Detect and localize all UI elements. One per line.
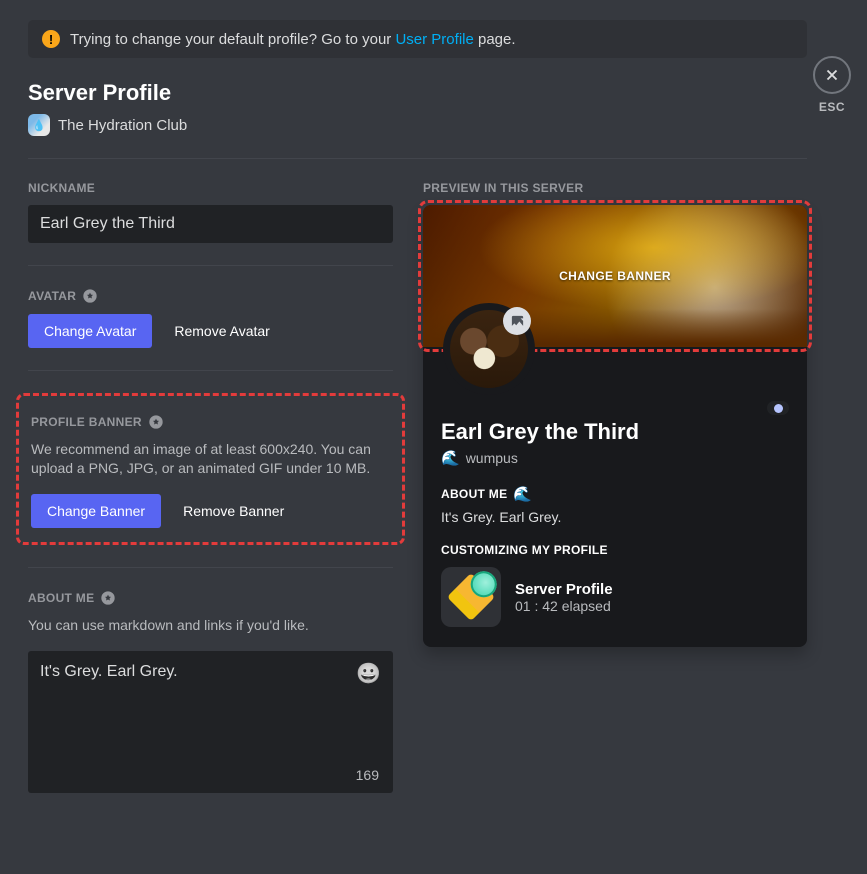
server-row: 💧 The Hydration Club [28,114,807,136]
emoji-picker-button[interactable]: 😀 [356,661,381,686]
divider [28,158,807,159]
activity-row: Server Profile 01 : 42 elapsed [441,567,789,627]
nickname-input[interactable] [28,205,393,243]
preview-about-text: It's Grey. Earl Grey. [441,509,789,525]
change-banner-button[interactable]: Change Banner [31,494,161,528]
profile-banner-label: PROFILE BANNER [31,414,390,430]
activity-title: Server Profile [515,581,613,598]
nickname-label: NICKNAME [28,181,393,195]
wave-icon: 🌊 [441,449,460,467]
change-avatar-button[interactable]: Change Avatar [28,314,152,348]
remove-avatar-button[interactable]: Remove Avatar [166,314,277,348]
about-me-label-text: ABOUT ME [28,591,94,605]
server-name: The Hydration Club [58,117,187,134]
about-me-label: ABOUT ME [28,590,393,606]
esc-label: ESC [819,100,845,114]
activity-elapsed: 01 : 42 elapsed [515,598,613,614]
info-text-before: Trying to change your default profile? G… [70,31,395,48]
preview-customizing-label: CUSTOMIZING MY PROFILE [441,543,789,557]
server-icon: 💧 [28,114,50,136]
char-count: 169 [356,767,379,783]
preview-label: PREVIEW IN THIS SERVER [423,181,807,195]
badge-row [441,401,789,415]
preview-display-name: Earl Grey the Third [441,419,789,445]
profile-banner-help: We recommend an image of at least 600x24… [31,440,390,478]
page-title: Server Profile [28,80,807,106]
info-banner: ! Trying to change your default profile?… [28,20,807,58]
info-text-after: page. [474,31,516,48]
about-me-help: You can use markdown and links if you'd … [28,616,393,635]
nitro-icon [148,414,164,430]
preview-about-label: ABOUT ME 🌊 [441,485,789,503]
profile-banner-label-text: PROFILE BANNER [31,415,142,429]
preview-username: wumpus [466,450,518,466]
image-upload-icon [510,314,525,329]
profile-banner-section-highlight: PROFILE BANNER We recommend an image of … [16,393,405,545]
divider [28,265,393,266]
change-banner-overlay[interactable]: CHANGE BANNER [559,269,671,283]
user-profile-link[interactable]: User Profile [395,31,473,48]
divider [28,567,393,568]
close-icon [823,66,841,84]
remove-banner-button[interactable]: Remove Banner [175,494,292,528]
preview-about-label-text: ABOUT ME [441,487,507,501]
esc-control: ESC [813,56,851,114]
about-me-field-wrap: 😀 169 [28,651,393,793]
nitro-icon [82,288,98,304]
nitro-badge [767,401,789,415]
info-text: Trying to change your default profile? G… [70,31,516,48]
avatar-label-text: AVATAR [28,289,76,303]
pencil-icon [447,573,495,621]
preview-avatar-wrap [443,303,535,395]
nitro-icon [100,590,116,606]
profile-preview-card: CHANGE BANNER Earl Grey the Third 🌊 [423,205,807,647]
avatar-label: AVATAR [28,288,393,304]
wave-icon: 🌊 [513,485,532,503]
divider [28,370,393,371]
warning-icon: ! [42,30,60,48]
activity-icon [441,567,501,627]
avatar-upload-button[interactable] [503,307,531,335]
close-button[interactable] [813,56,851,94]
about-me-textarea[interactable] [40,663,381,753]
preview-username-row: 🌊 wumpus [441,449,789,467]
